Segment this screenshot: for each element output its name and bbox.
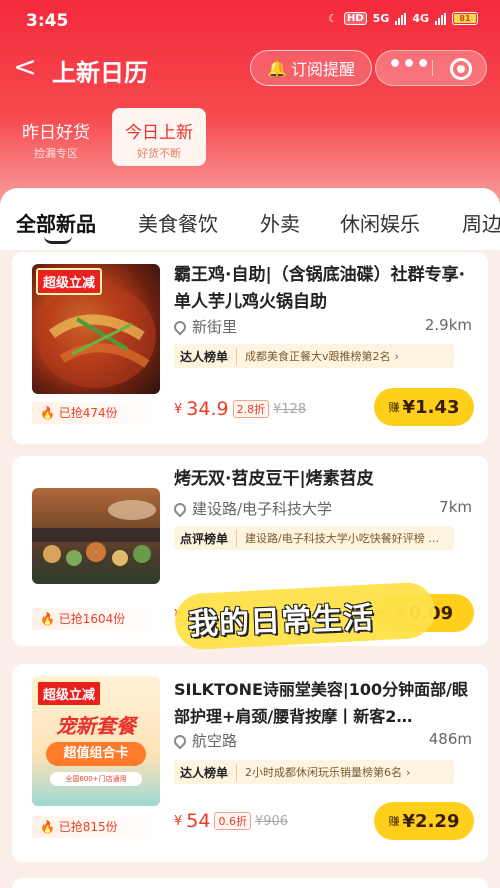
tab-food[interactable]: 美食餐饮 bbox=[138, 208, 218, 237]
deal-distance: 7km bbox=[439, 498, 472, 516]
deal-image: 超级立减 宠新套餐 超值组合卡 全国600+门店通用 bbox=[32, 676, 160, 806]
deal-location-row: 航空路 486m bbox=[171, 730, 472, 751]
battery-icon: 81 bbox=[452, 12, 478, 25]
signal-icon bbox=[395, 12, 407, 25]
category-today-title: 今日上新 bbox=[125, 123, 193, 143]
ranking-tag[interactable]: 达人榜单 成都美食正餐大v跟推榜第2名 › bbox=[174, 344, 454, 368]
deal-distance: 2.9km bbox=[424, 316, 472, 334]
price-row: ¥ 54 0.6折 ¥906 bbox=[174, 810, 288, 832]
moon-icon: ☾ bbox=[328, 12, 338, 25]
capsule-divider bbox=[432, 60, 433, 76]
deal-title: SILKTONE诗丽堂美容|100分钟面部/眼部护理+肩颈/腰背按摩丨新客2… bbox=[174, 680, 468, 726]
more-button[interactable]: ••• bbox=[388, 51, 430, 85]
ranking-text: 建设路/电子科技大学小吃快餐好评榜 … bbox=[245, 532, 440, 545]
active-tab-indicator bbox=[44, 236, 72, 244]
subscribe-label: 订阅提醒 bbox=[290, 60, 355, 79]
category-yesterday[interactable]: 昨日好货 捡漏专区 bbox=[10, 108, 102, 166]
earn-button[interactable]: 赚 ¥2.29 bbox=[374, 802, 474, 840]
original-price: ¥906 bbox=[254, 813, 289, 829]
subscribe-reminder-button[interactable]: 🔔 订阅提醒 bbox=[250, 50, 372, 86]
network-4g-label: 4G bbox=[412, 12, 429, 25]
chevron-right-icon: › bbox=[394, 349, 399, 363]
promo-headline: 宠新套餐 bbox=[56, 714, 136, 738]
sold-count-text: 已抢474份 bbox=[58, 406, 118, 420]
signal-icon-2 bbox=[435, 12, 446, 25]
earn-label: 赚 bbox=[388, 815, 400, 828]
promo-button-graphic: 超值组合卡 bbox=[46, 742, 146, 766]
food-illustration bbox=[32, 500, 160, 566]
battery-level: 81 bbox=[454, 14, 476, 23]
deal-card[interactable]: 超级立减 宠新套餐 超值组合卡 全国600+门店通用 🔥 已抢815份 SILK… bbox=[12, 664, 488, 862]
super-discount-badge: 超级立减 bbox=[36, 268, 103, 295]
sold-count: 🔥 已抢1604份 bbox=[32, 608, 160, 630]
deal-distance: 486m bbox=[428, 730, 472, 748]
earn-button[interactable]: 赚 ¥1.43 bbox=[374, 388, 474, 426]
deal-location-row: 建设路/电子科技大学 7km bbox=[171, 498, 472, 519]
bell-icon: 🔔 bbox=[267, 58, 287, 78]
price-row: ¥ 34.9 2.8折 ¥128 bbox=[174, 398, 306, 420]
status-bar: 3:45 ☾ HD 5G 4G 81 bbox=[0, 0, 500, 42]
discount-badge: 2.8折 bbox=[232, 400, 270, 418]
deal-title: 烤无双·苕皮豆干|烤素苕皮 bbox=[174, 469, 374, 489]
next-card-peek bbox=[12, 878, 488, 888]
sold-count-text: 已抢815份 bbox=[58, 820, 118, 834]
network-5g-label: 5G bbox=[372, 12, 390, 25]
earn-value: ¥2.29 bbox=[402, 810, 460, 832]
sold-count: 🔥 已抢474份 bbox=[32, 402, 160, 424]
status-time: 3:45 bbox=[26, 11, 69, 31]
location-pin-icon bbox=[171, 500, 189, 518]
category-yesterday-sub: 捡漏专区 bbox=[34, 147, 78, 160]
sold-count: 🔥 已抢815份 bbox=[32, 816, 160, 838]
super-discount-badge: 超级立减 bbox=[36, 680, 103, 707]
miniapp-capsule: ••• bbox=[375, 50, 487, 86]
discount-badge: 0.6折 bbox=[214, 812, 251, 830]
category-today-sub: 好货不断 bbox=[137, 147, 181, 160]
earn-value: ¥1.43 bbox=[402, 396, 460, 418]
ranking-text: 成都美食正餐大v跟推榜第2名 bbox=[245, 350, 391, 363]
deal-title: 霸王鸡·自助|（含锅底油碟）社群专享·单人芋儿鸡火锅自助 bbox=[174, 265, 466, 312]
tab-bar: 全部新品 美食餐饮 外卖 休闲娱乐 周边 bbox=[0, 188, 500, 250]
category-today[interactable]: 今日上新 好货不断 bbox=[112, 108, 206, 166]
ranking-label: 达人榜单 bbox=[174, 763, 238, 781]
tab-all-new[interactable]: 全部新品 bbox=[16, 208, 96, 237]
currency-symbol: ¥ bbox=[174, 401, 183, 417]
ranking-label: 达人榜单 bbox=[174, 347, 238, 365]
current-price: 54 bbox=[186, 810, 211, 832]
location-pin-icon bbox=[171, 318, 189, 336]
page-title: 上新日历 bbox=[52, 59, 148, 87]
original-price: ¥128 bbox=[273, 401, 307, 417]
video-caption: 我的日常生活 bbox=[187, 600, 375, 643]
ranking-tag[interactable]: 点评榜单 建设路/电子科技大学小吃快餐好评榜 … bbox=[174, 526, 454, 550]
category-yesterday-title: 昨日好货 bbox=[22, 123, 90, 143]
ranking-tag[interactable]: 达人榜单 2小时成都休闲玩乐销量榜第6名 › bbox=[174, 760, 454, 784]
deal-location: 建设路/电子科技大学 bbox=[192, 500, 333, 518]
current-price: 34.9 bbox=[186, 398, 229, 420]
deal-location: 航空路 bbox=[192, 732, 238, 750]
deal-image bbox=[32, 488, 160, 584]
status-icons: ☾ HD 5G 4G 81 bbox=[328, 12, 478, 25]
earn-label: 赚 bbox=[388, 401, 400, 414]
ranking-label: 点评榜单 bbox=[174, 529, 238, 547]
currency-symbol: ¥ bbox=[174, 813, 183, 829]
ranking-text: 2小时成都休闲玩乐销量榜第6名 bbox=[245, 766, 403, 779]
tab-nearby[interactable]: 周边 bbox=[462, 208, 500, 237]
deal-image: 超级立减 bbox=[32, 264, 160, 394]
deal-location-row: 新街里 2.9km bbox=[171, 316, 472, 337]
back-button[interactable]: < bbox=[10, 52, 40, 86]
deal-location: 新街里 bbox=[192, 318, 238, 336]
close-miniapp-icon[interactable] bbox=[450, 58, 472, 80]
tab-leisure[interactable]: 休闲娱乐 bbox=[340, 208, 420, 237]
chevron-right-icon: › bbox=[406, 765, 411, 779]
sold-count-text: 已抢1604份 bbox=[58, 612, 126, 626]
deal-card[interactable]: 超级立减 🔥 已抢474份 霸王鸡·自助|（含锅底油碟）社群专享·单人芋儿鸡火锅… bbox=[12, 252, 488, 444]
promo-footnote: 全国600+门店通用 bbox=[50, 772, 142, 786]
nav-bar: < 上新日历 🔔 订阅提醒 ••• bbox=[0, 48, 500, 92]
hd-badge: HD bbox=[343, 12, 367, 25]
tab-takeout[interactable]: 外卖 bbox=[260, 208, 300, 237]
location-pin-icon bbox=[171, 732, 189, 750]
